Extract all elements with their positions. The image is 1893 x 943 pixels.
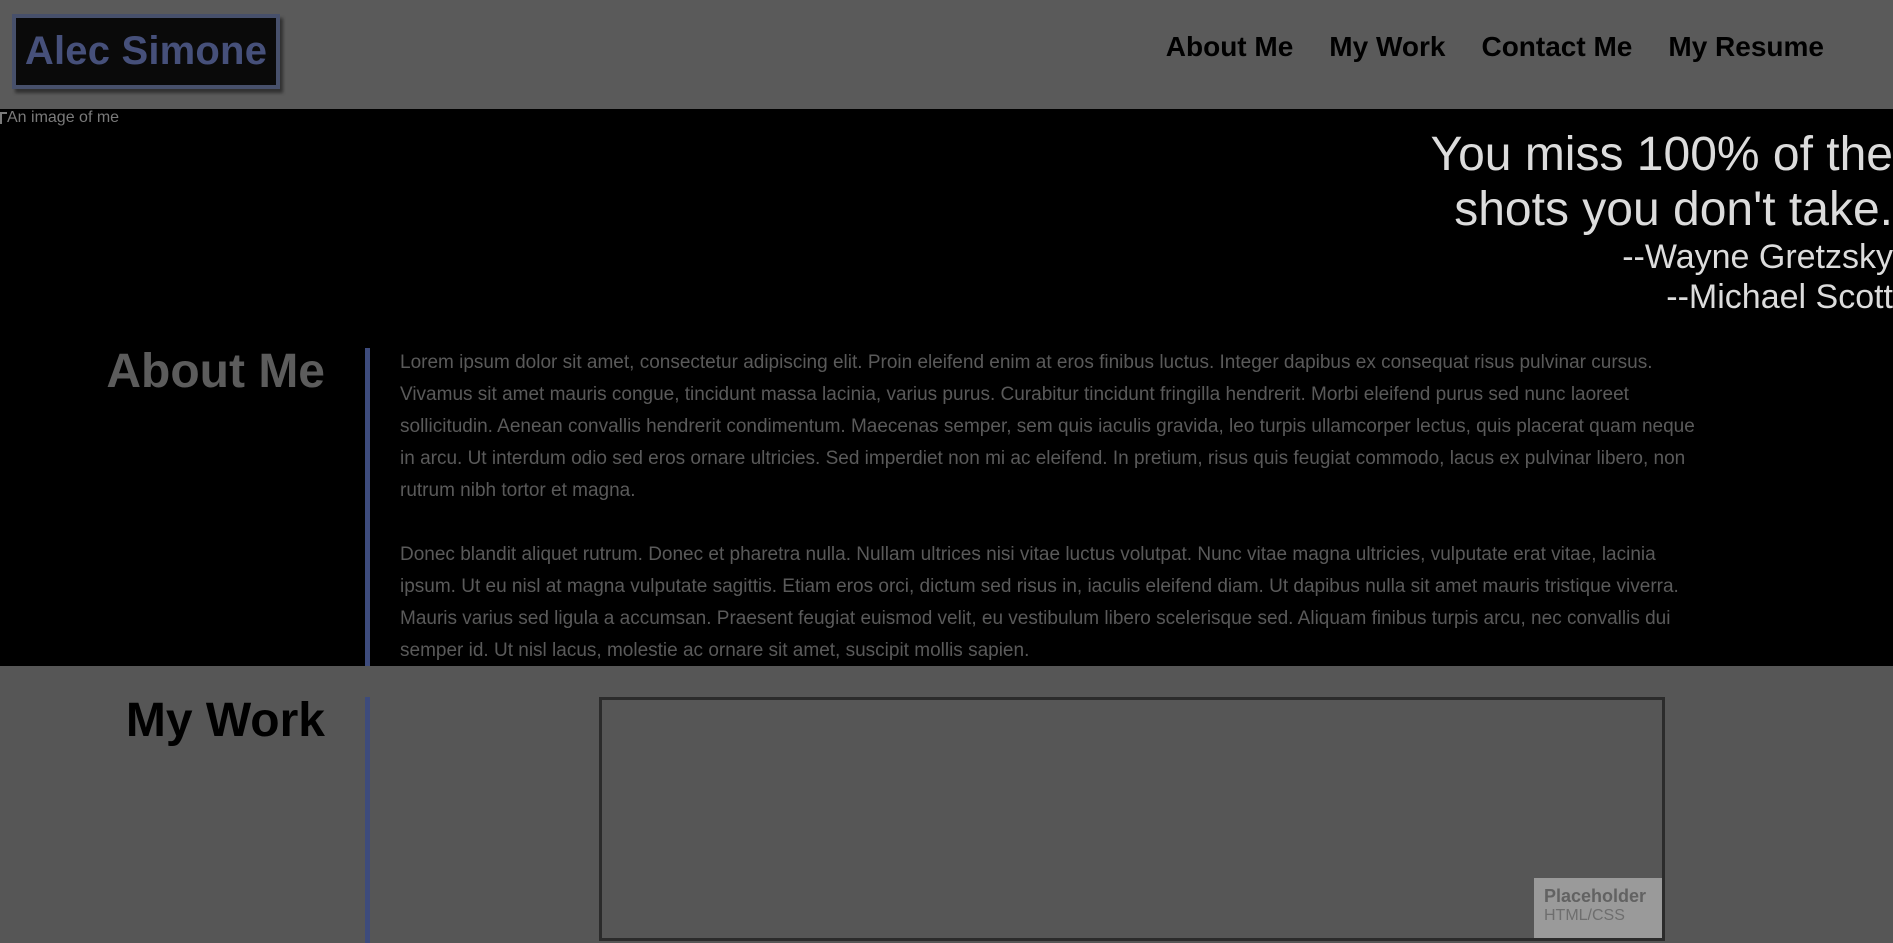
nav-link-contact-me[interactable]: Contact Me xyxy=(1481,31,1632,63)
about-body: Lorem ipsum dolor sit amet, consectetur … xyxy=(400,347,1710,699)
about-title: About Me xyxy=(106,345,325,398)
work-divider xyxy=(365,697,370,943)
project-placeholder-card[interactable]: Placeholder HTML/CSS xyxy=(1534,878,1662,938)
logo-text: Alec Simone xyxy=(24,29,268,73)
nav-link-about-me[interactable]: About Me xyxy=(1166,31,1294,63)
site-header: Alec Simone About Me My Work Contact Me … xyxy=(0,0,1893,109)
about-paragraph: Donec blandit aliquet rutrum. Donec et p… xyxy=(400,544,1679,661)
placeholder-subtitle: HTML/CSS xyxy=(1544,907,1625,924)
main-nav: About Me My Work Contact Me My Resume xyxy=(1166,31,1824,63)
about-paragraph: Lorem ipsum dolor sit amet, consectetur … xyxy=(400,352,1695,501)
quote-attribution-1: --Wayne Gretzsky xyxy=(1622,238,1893,276)
hero-quote: You miss 100% of the shots you don't tak… xyxy=(1430,127,1893,317)
broken-image-icon xyxy=(0,112,7,124)
about-divider xyxy=(365,348,370,666)
logo[interactable]: Alec Simone xyxy=(12,14,280,89)
work-title: My Work xyxy=(125,694,325,747)
profile-image-alt: An image of me xyxy=(7,109,120,126)
quote-attribution-2: --Michael Scott xyxy=(1666,278,1893,316)
placeholder-title: Placeholder xyxy=(1544,886,1647,906)
nav-link-my-work[interactable]: My Work xyxy=(1329,31,1445,63)
profile-image: An image of me xyxy=(0,109,120,126)
nav-link-my-resume[interactable]: My Resume xyxy=(1668,31,1824,63)
work-preview-frame[interactable]: Placeholder HTML/CSS xyxy=(599,697,1665,941)
quote-line-1: You miss 100% of the xyxy=(1430,128,1893,181)
quote-line-2: shots you don't take. xyxy=(1454,183,1893,236)
